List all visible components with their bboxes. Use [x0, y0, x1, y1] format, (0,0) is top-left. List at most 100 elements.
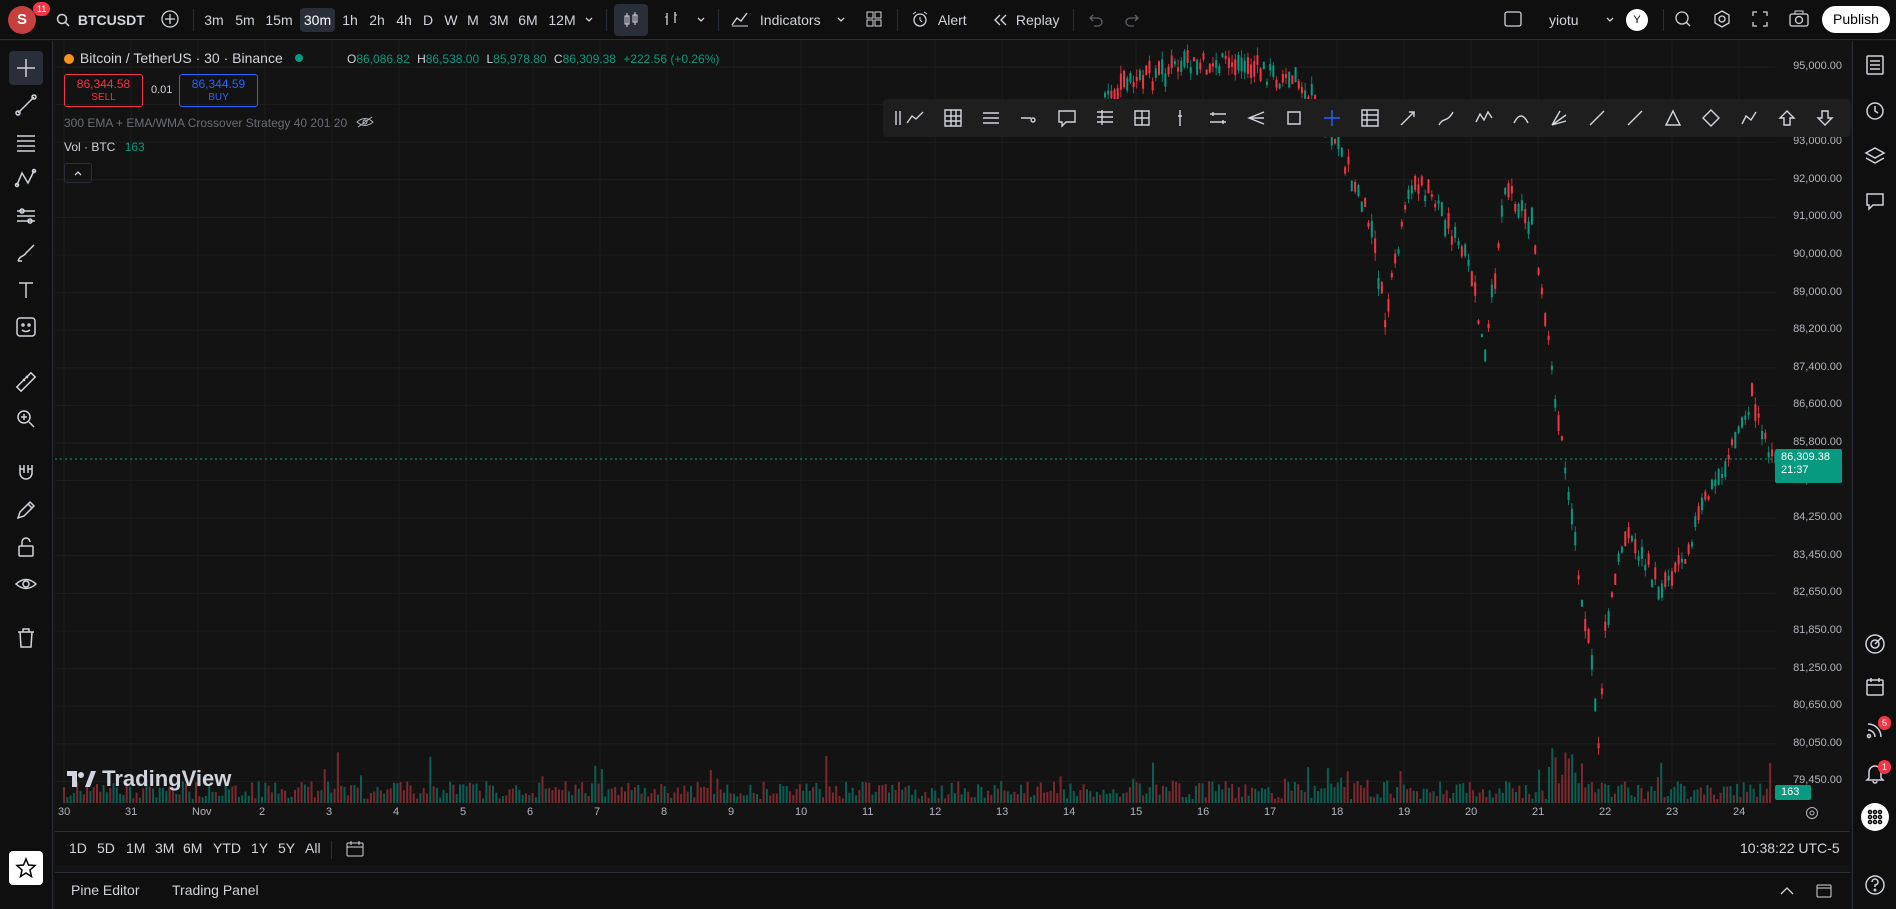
- bounding-box-tool[interactable]: [1281, 106, 1307, 130]
- publish-button[interactable]: Publish: [1822, 6, 1890, 33]
- collapse-legend-button[interactable]: [64, 163, 92, 183]
- watchlist-button[interactable]: [1861, 51, 1889, 79]
- quick-search-button[interactable]: [1673, 8, 1693, 32]
- tf-w[interactable]: W: [442, 8, 460, 32]
- tf-30m[interactable]: 30m: [300, 8, 335, 32]
- delete-drawings-tool[interactable]: [9, 621, 43, 655]
- tab-pine-editor[interactable]: Pine Editor: [71, 882, 139, 898]
- clock-timezone[interactable]: 10:38:22 UTC-5: [1740, 840, 1840, 856]
- chart-style-button[interactable]: [662, 8, 706, 32]
- ray-tool[interactable]: [1584, 106, 1610, 130]
- grid-table-tool[interactable]: [940, 106, 966, 130]
- range-1y[interactable]: 1Y: [251, 840, 268, 856]
- range-6m[interactable]: 6M: [183, 840, 202, 856]
- buy-button[interactable]: 86,344.59 BUY: [179, 74, 258, 107]
- arrow-tool[interactable]: [1395, 106, 1421, 130]
- fib-channel-tool[interactable]: [1092, 106, 1118, 130]
- chat-button[interactable]: [1861, 187, 1889, 215]
- range-ytd[interactable]: YTD: [213, 840, 241, 856]
- brush-tool[interactable]: [9, 236, 43, 270]
- rectangle-range-tool[interactable]: [1129, 106, 1155, 130]
- user-avatar[interactable]: S: [8, 6, 36, 34]
- help-button[interactable]: [1861, 871, 1889, 899]
- fullscreen-button[interactable]: [1750, 8, 1770, 32]
- symbol-search[interactable]: BTCUSDT: [56, 8, 145, 32]
- horizontal-ray-tool[interactable]: [1016, 106, 1042, 130]
- brush-curve-tool[interactable]: [1433, 106, 1459, 130]
- lock-drawings-tool[interactable]: [9, 530, 43, 564]
- eye-hidden-icon[interactable]: [356, 116, 375, 128]
- username-label[interactable]: yiotu: [1549, 8, 1579, 32]
- ideas-button[interactable]: [1861, 630, 1889, 658]
- tf-2h[interactable]: 2h: [367, 8, 387, 32]
- data-table-tool[interactable]: [1357, 106, 1383, 130]
- snapshot-button[interactable]: [1788, 8, 1810, 32]
- strategy-legend[interactable]: 300 EMA + EMA/WMA Crossover Strategy 40 …: [64, 116, 375, 130]
- pitchfan-tool[interactable]: [1243, 106, 1269, 130]
- candle-type-button[interactable]: [614, 4, 648, 36]
- compare-add-button[interactable]: [160, 8, 180, 32]
- scale-settings-button[interactable]: [1804, 805, 1820, 824]
- tradingview-watermark[interactable]: TradingView: [66, 766, 231, 792]
- tf-6mo[interactable]: 6M: [516, 8, 540, 32]
- forecast-tool[interactable]: [9, 199, 43, 233]
- magnet-tool[interactable]: [9, 456, 43, 490]
- tf-1h[interactable]: 1h: [340, 8, 360, 32]
- range-all[interactable]: All: [305, 840, 321, 856]
- tf-3mo[interactable]: 3M: [487, 8, 511, 32]
- zigzag-tool[interactable]: [1471, 106, 1497, 130]
- zoom-tool[interactable]: [9, 402, 43, 436]
- alert-button[interactable]: Alert: [910, 8, 967, 32]
- sell-button[interactable]: 86,344.58 SELL: [64, 74, 143, 107]
- vertical-line-tool[interactable]: [1167, 106, 1193, 130]
- arrow-down-tool[interactable]: [1812, 106, 1838, 130]
- layouts-button[interactable]: [864, 8, 884, 32]
- crosshair-tool[interactable]: [1319, 106, 1345, 130]
- range-5d[interactable]: 5D: [97, 840, 115, 856]
- tf-d[interactable]: D: [421, 8, 435, 32]
- redo-button[interactable]: [1124, 8, 1142, 32]
- user-initial-avatar[interactable]: Y: [1626, 9, 1648, 31]
- tf-15m[interactable]: 15m: [263, 8, 295, 32]
- products-button[interactable]: [1861, 803, 1889, 831]
- text-tool[interactable]: [9, 273, 43, 307]
- stay-drawing-tool[interactable]: [9, 493, 43, 527]
- calendar-button[interactable]: [1861, 673, 1889, 701]
- pattern-tool[interactable]: [9, 162, 43, 196]
- trend-tool[interactable]: [902, 106, 928, 130]
- goto-date-button[interactable]: [345, 840, 365, 861]
- object-tree-button[interactable]: [1861, 142, 1889, 170]
- range-5y[interactable]: 5Y: [278, 840, 295, 856]
- fib-fan-tool[interactable]: [1546, 106, 1572, 130]
- tf-m[interactable]: M: [465, 8, 481, 32]
- maximize-panel-button[interactable]: [1815, 883, 1833, 902]
- parallel-channel-tool[interactable]: [978, 106, 1004, 130]
- legend-title[interactable]: Bitcoin / TetherUS · 30 · Binance: [80, 50, 283, 66]
- layout-toggle[interactable]: [1503, 8, 1523, 32]
- fib-tool[interactable]: [9, 125, 43, 159]
- timeframe-dropdown[interactable]: [584, 8, 594, 32]
- time-axis[interactable]: 30 31 Nov 2 3 4 5 6 7 8 9 10 11 12 13 14 15 16 17 18 19 20 21 2…: [55, 803, 1775, 825]
- watchlist-star-button[interactable]: [9, 851, 43, 885]
- arc-tool[interactable]: [1508, 106, 1534, 130]
- replay-button[interactable]: Replay: [992, 8, 1059, 32]
- volume-legend[interactable]: Vol · BTC 163: [64, 140, 145, 154]
- hide-drawings-tool[interactable]: [9, 567, 43, 601]
- indicators-button[interactable]: Indicators: [730, 8, 846, 32]
- tab-trading-panel[interactable]: Trading Panel: [172, 882, 259, 898]
- price-scale[interactable]: 95,000.0094,000.0093,000.0092,000.0091,0…: [1775, 41, 1850, 803]
- path-tool[interactable]: [1736, 106, 1762, 130]
- triangle-tool[interactable]: [1660, 106, 1686, 130]
- crosshair-tool[interactable]: [9, 51, 43, 85]
- user-menu-dropdown[interactable]: [1605, 8, 1615, 32]
- tf-12mo[interactable]: 12M: [547, 8, 577, 32]
- range-3m[interactable]: 3M: [155, 840, 174, 856]
- tf-5m[interactable]: 5m: [232, 8, 258, 32]
- alerts-button[interactable]: [1861, 97, 1889, 125]
- settings-button[interactable]: [1712, 8, 1732, 32]
- tf-4h[interactable]: 4h: [394, 8, 414, 32]
- tf-3m[interactable]: 3m: [202, 8, 226, 32]
- measure-tool[interactable]: [9, 365, 43, 399]
- diamond-tool[interactable]: [1698, 106, 1724, 130]
- trendline-tool[interactable]: [9, 88, 43, 122]
